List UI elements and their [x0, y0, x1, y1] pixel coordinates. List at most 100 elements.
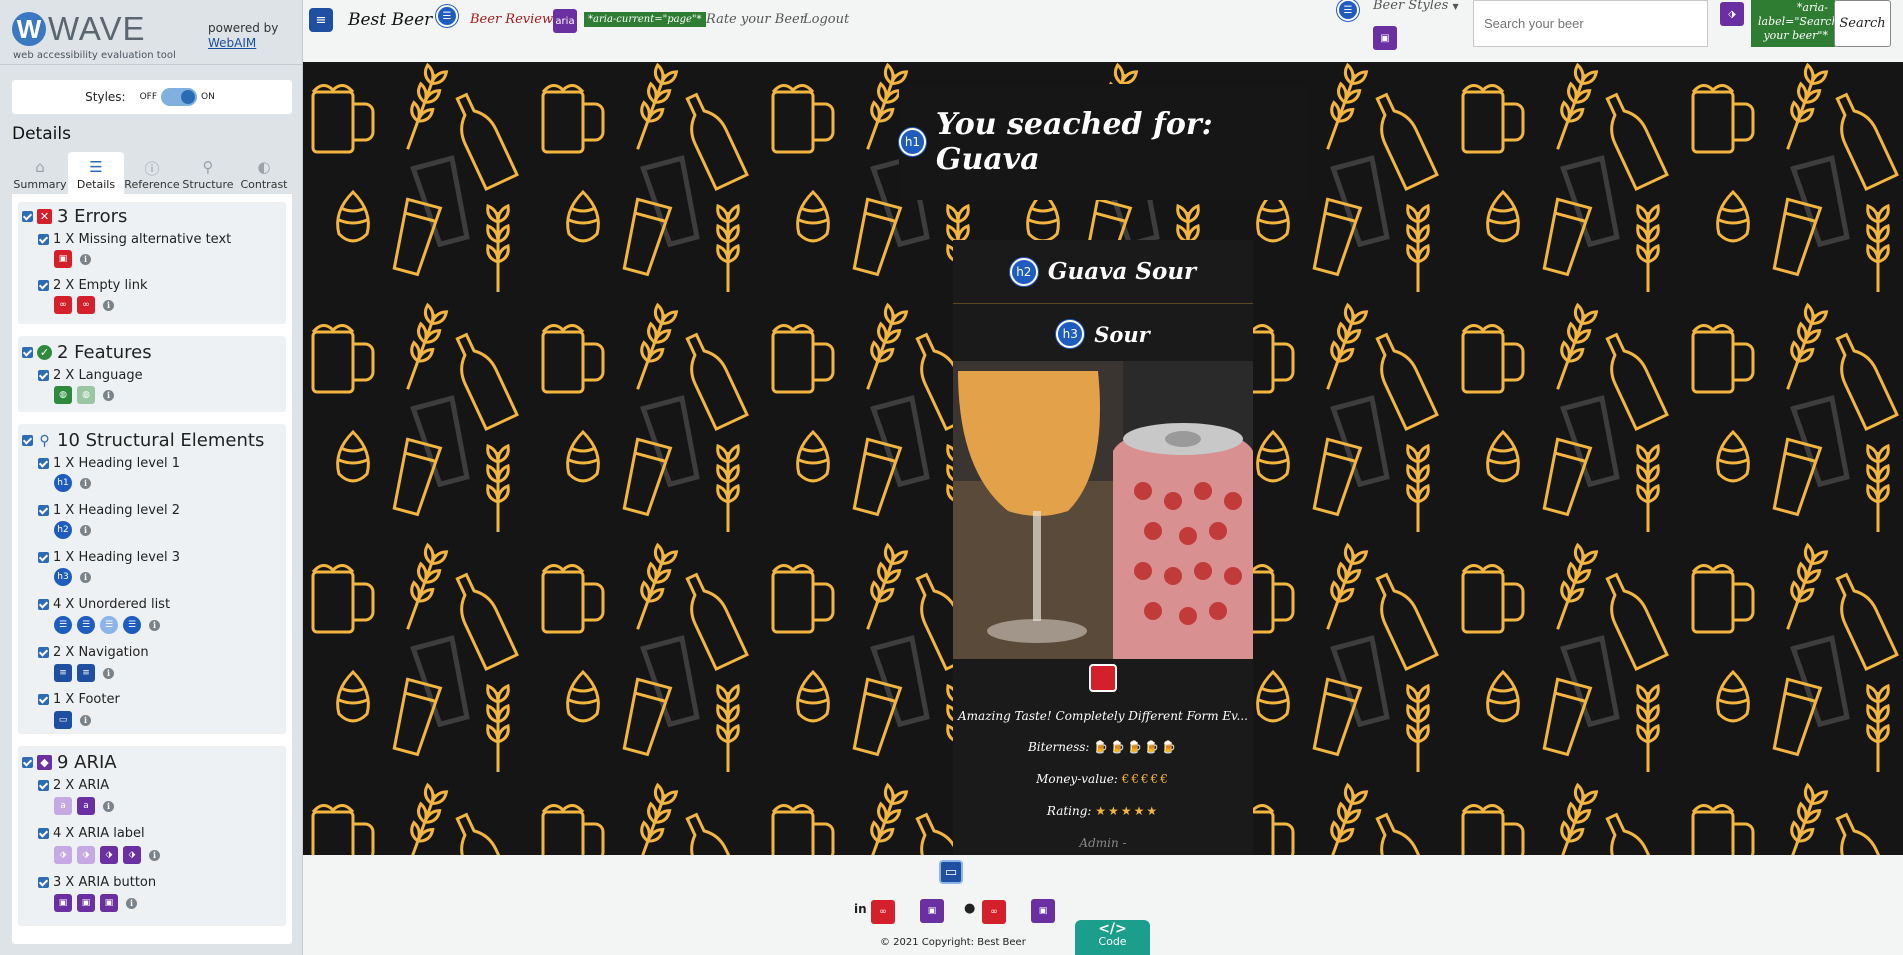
empty-link-icon[interactable]: ∞ — [982, 900, 1006, 924]
aria-icon[interactable]: a — [77, 797, 95, 815]
unordered-list-icon[interactable]: ☰ — [77, 616, 95, 634]
aria-label-icon[interactable]: ⬗ — [54, 846, 72, 864]
unordered-list-icon[interactable]: ☰ — [54, 616, 72, 634]
errors-header[interactable]: ✕ 3 Errors — [22, 206, 127, 227]
unordered-list-icon[interactable]: ☰ — [1337, 0, 1359, 21]
aria-button-icon[interactable]: ▣ — [77, 894, 95, 912]
aria-item-aria[interactable]: 2 X ARIA — [38, 778, 109, 793]
unordered-list-icon[interactable]: ☰ — [100, 616, 118, 634]
info-icon[interactable]: i — [126, 897, 137, 909]
info-icon[interactable]: i — [149, 849, 160, 861]
features-header[interactable]: ✓ 2 Features — [22, 342, 152, 363]
structure-item-nav[interactable]: 2 X Navigation — [38, 645, 149, 660]
item-checkbox[interactable] — [38, 647, 49, 658]
item-checkbox[interactable] — [38, 828, 49, 839]
aria-button-icon[interactable]: ▣ — [920, 899, 944, 923]
item-checkbox[interactable] — [38, 370, 49, 381]
aria-label-icon[interactable]: ⬗ — [77, 846, 95, 864]
nav-logout[interactable]: Logout — [803, 12, 849, 27]
missing-alt-icon[interactable]: ▣ — [54, 250, 72, 268]
info-icon[interactable]: i — [80, 714, 91, 726]
code-button[interactable]: </> Code — [1075, 920, 1150, 955]
error-item-missing-alt[interactable]: 1 X Missing alternative text — [38, 232, 231, 247]
info-icon[interactable]: i — [103, 299, 114, 311]
aria-label-icon[interactable]: ⬗ — [1720, 2, 1744, 26]
info-icon[interactable]: i — [80, 571, 91, 583]
error-item-empty-link[interactable]: 2 X Empty link — [38, 278, 148, 293]
aria-button-icon[interactable]: ▣ — [1031, 899, 1055, 923]
errors-checkbox[interactable] — [22, 211, 33, 222]
navigation-icon[interactable]: ≡ — [309, 8, 333, 32]
features-checkbox[interactable] — [22, 347, 33, 358]
styles-toggle[interactable] — [161, 88, 198, 106]
heading-2-icon[interactable]: h2 — [54, 521, 72, 539]
tab-contrast[interactable]: ◐ Contrast — [236, 152, 292, 194]
aria-badge[interactable]: aria — [553, 9, 577, 33]
unordered-list-icon[interactable]: ☰ — [436, 5, 458, 27]
empty-link-icon[interactable]: ∞ — [871, 900, 895, 924]
aria-button-icon[interactable]: ▣ — [1373, 26, 1397, 50]
structure-item-footer[interactable]: 1 X Footer — [38, 692, 120, 707]
nav-beer-reviews[interactable]: Beer Reviews — [470, 12, 560, 27]
item-checkbox[interactable] — [38, 234, 49, 245]
aria-checkbox[interactable] — [22, 757, 33, 768]
beer-card[interactable]: h2 Guava Sour h3 Sour Amazing Taste! Com… — [953, 240, 1253, 855]
structure-item-h3[interactable]: 1 X Heading level 3 — [38, 550, 180, 565]
nav-beer-styles-dropdown[interactable]: Beer Styles ▼ — [1373, 0, 1459, 13]
webaim-link[interactable]: WebAIM — [208, 36, 256, 50]
item-checkbox[interactable] — [38, 780, 49, 791]
structure-header[interactable]: ⚲ 10 Structural Elements — [22, 430, 264, 451]
info-icon[interactable]: i — [80, 524, 91, 536]
search-input[interactable] — [1473, 0, 1708, 47]
heading-3-icon[interactable]: h3 — [54, 568, 72, 586]
missing-alt-icon[interactable] — [1089, 664, 1117, 692]
brand-link[interactable]: Best Beer — [348, 10, 432, 30]
aria-label-icon[interactable]: ⬗ — [100, 846, 118, 864]
info-icon[interactable]: i — [149, 619, 160, 631]
footer-icon[interactable]: ▭ — [939, 860, 963, 884]
aria-label-icon[interactable]: ⬗ — [123, 846, 141, 864]
navigation-icon[interactable]: ≡ — [54, 664, 72, 682]
aria-button-icon[interactable]: ▣ — [100, 894, 118, 912]
structure-checkbox[interactable] — [22, 435, 33, 446]
aria-item-button[interactable]: 3 X ARIA button — [38, 875, 156, 890]
nav-rate-beer[interactable]: Rate your Beer — [706, 12, 806, 27]
structure-item-h2[interactable]: 1 X Heading level 2 — [38, 503, 180, 518]
language-icon[interactable]: ◍ — [77, 386, 95, 404]
heading-1-icon[interactable]: h1 — [54, 474, 72, 492]
empty-link-icon[interactable]: ∞ — [54, 296, 72, 314]
feature-item-language[interactable]: 2 X Language — [38, 368, 143, 383]
info-icon[interactable]: i — [103, 667, 114, 679]
tab-summary[interactable]: ⌂ Summary — [12, 152, 68, 194]
item-checkbox[interactable] — [38, 552, 49, 563]
footer-icon[interactable]: ▭ — [54, 711, 72, 729]
info-icon[interactable]: i — [80, 477, 91, 489]
aria-button-icon[interactable]: ▣ — [54, 894, 72, 912]
info-icon[interactable]: i — [80, 253, 91, 265]
aria-header[interactable]: ◆ 9 ARIA — [22, 752, 117, 773]
info-icon[interactable]: i — [103, 800, 114, 812]
tab-details[interactable]: ☰ Details — [68, 152, 124, 194]
tab-structure[interactable]: ⚲ Structure — [180, 152, 236, 194]
navigation-icon[interactable]: ≡ — [77, 664, 95, 682]
aria-item-label[interactable]: 4 X ARIA label — [38, 826, 145, 841]
beer-name[interactable]: Guava Sour — [1048, 258, 1196, 285]
item-checkbox[interactable] — [38, 458, 49, 469]
item-checkbox[interactable] — [38, 877, 49, 888]
heading-1-icon[interactable]: h1 — [899, 128, 926, 156]
github-icon[interactable]: ● — [964, 901, 975, 916]
item-checkbox[interactable] — [38, 599, 49, 610]
structure-item-h1[interactable]: 1 X Heading level 1 — [38, 456, 180, 471]
language-icon[interactable]: ◍ — [54, 386, 72, 404]
item-checkbox[interactable] — [38, 505, 49, 516]
structure-item-ul[interactable]: 4 X Unordered list — [38, 597, 170, 612]
item-checkbox[interactable] — [38, 694, 49, 705]
info-icon[interactable]: i — [103, 389, 114, 401]
aria-icon[interactable]: a — [54, 797, 72, 815]
unordered-list-icon[interactable]: ☰ — [123, 616, 141, 634]
linkedin-icon[interactable]: in — [854, 902, 867, 916]
empty-link-icon[interactable]: ∞ — [77, 296, 95, 314]
item-checkbox[interactable] — [38, 280, 49, 291]
search-button[interactable]: Search — [1834, 0, 1891, 47]
tab-reference[interactable]: ⓘ Reference — [124, 152, 180, 194]
